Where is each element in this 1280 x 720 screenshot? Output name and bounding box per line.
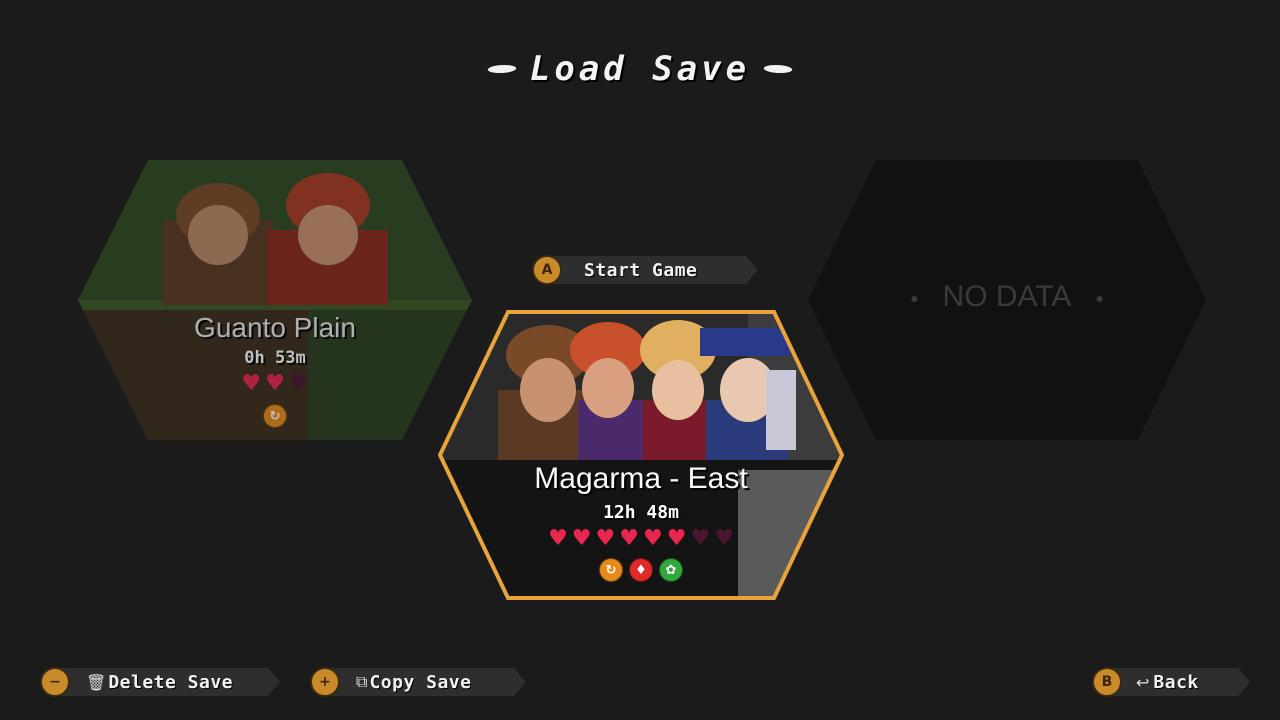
b-button-icon: B — [1092, 667, 1122, 697]
slot-2-elements: ↻ ♦ ✿ — [438, 558, 844, 582]
copy-icon: ⧉ — [356, 672, 368, 691]
heart-icon: ♥ — [643, 526, 663, 551]
heart-icon: ♥ — [619, 526, 639, 551]
screen-title: Load Save — [0, 44, 1280, 94]
heart-icon: ♥ — [571, 526, 592, 551]
title-left-ornament — [485, 65, 519, 73]
back-button[interactable]: B ↩ Back — [1088, 667, 1250, 697]
orange-swirl-icon: ↻ — [599, 558, 623, 582]
trash-icon: 🗑 — [86, 672, 107, 692]
save-slot-2[interactable]: Magarma - East 12h 48m ♥ ♥ ♥ ♥ ♥ ♥ ♥ ♥ ↻… — [438, 310, 844, 600]
return-arrow-icon: ↩ — [1136, 672, 1150, 692]
start-game-button[interactable]: A Start Game — [528, 255, 758, 285]
slot-2-location: Magarma - East — [534, 462, 748, 495]
slot-1-elements: ↻ — [78, 404, 472, 428]
copy-save-button[interactable]: + ⧉ Copy Save — [306, 667, 526, 697]
dot-icon: ● — [1095, 290, 1104, 307]
heart-empty-icon: ♥ — [690, 526, 711, 551]
slot-1-location: Guanto Plain — [194, 312, 356, 343]
heart-icon: ♥ — [595, 526, 616, 551]
no-data-text: NO DATA — [942, 280, 1072, 313]
save-slot-1[interactable]: Guanto Plain 0h 53m ♥ ♥ ♥ ↻ — [78, 160, 472, 440]
back-label: Back — [1153, 671, 1199, 693]
orange-swirl-icon: ↻ — [263, 404, 287, 428]
minus-button-icon: − — [40, 667, 70, 697]
slot-2-playtime: 12h 48m — [603, 502, 679, 523]
plus-button-icon: + — [310, 667, 340, 697]
start-game-label: Start Game — [584, 259, 698, 281]
slot-1-hearts: ♥ ♥ ♥ — [78, 373, 472, 395]
copy-save-label: Copy Save — [369, 671, 472, 693]
save-slot-3[interactable]: ● NO DATA ● — [808, 160, 1206, 440]
slot-2-hearts: ♥ ♥ ♥ ♥ ♥ ♥ ♥ ♥ — [438, 528, 844, 550]
title-right-ornament — [761, 65, 795, 73]
heart-empty-icon: ♥ — [714, 526, 734, 551]
red-flame-icon: ♦ — [629, 558, 653, 582]
delete-save-button[interactable]: − 🗑 Delete Save — [36, 667, 280, 697]
delete-save-label: Delete Save — [108, 671, 234, 693]
title-text: Load Save — [529, 49, 751, 89]
a-button-icon: A — [532, 255, 562, 285]
heart-icon: ♥ — [666, 526, 687, 551]
dot-icon: ● — [910, 290, 919, 307]
heart-icon: ♥ — [265, 371, 285, 396]
slot-1-playtime: 0h 53m — [244, 348, 306, 368]
slot-3-empty-label: ● NO DATA ● — [808, 280, 1206, 314]
heart-empty-icon: ♥ — [288, 371, 309, 396]
heart-icon: ♥ — [241, 371, 262, 396]
green-leaf-icon: ✿ — [659, 558, 683, 582]
heart-icon: ♥ — [548, 526, 568, 551]
